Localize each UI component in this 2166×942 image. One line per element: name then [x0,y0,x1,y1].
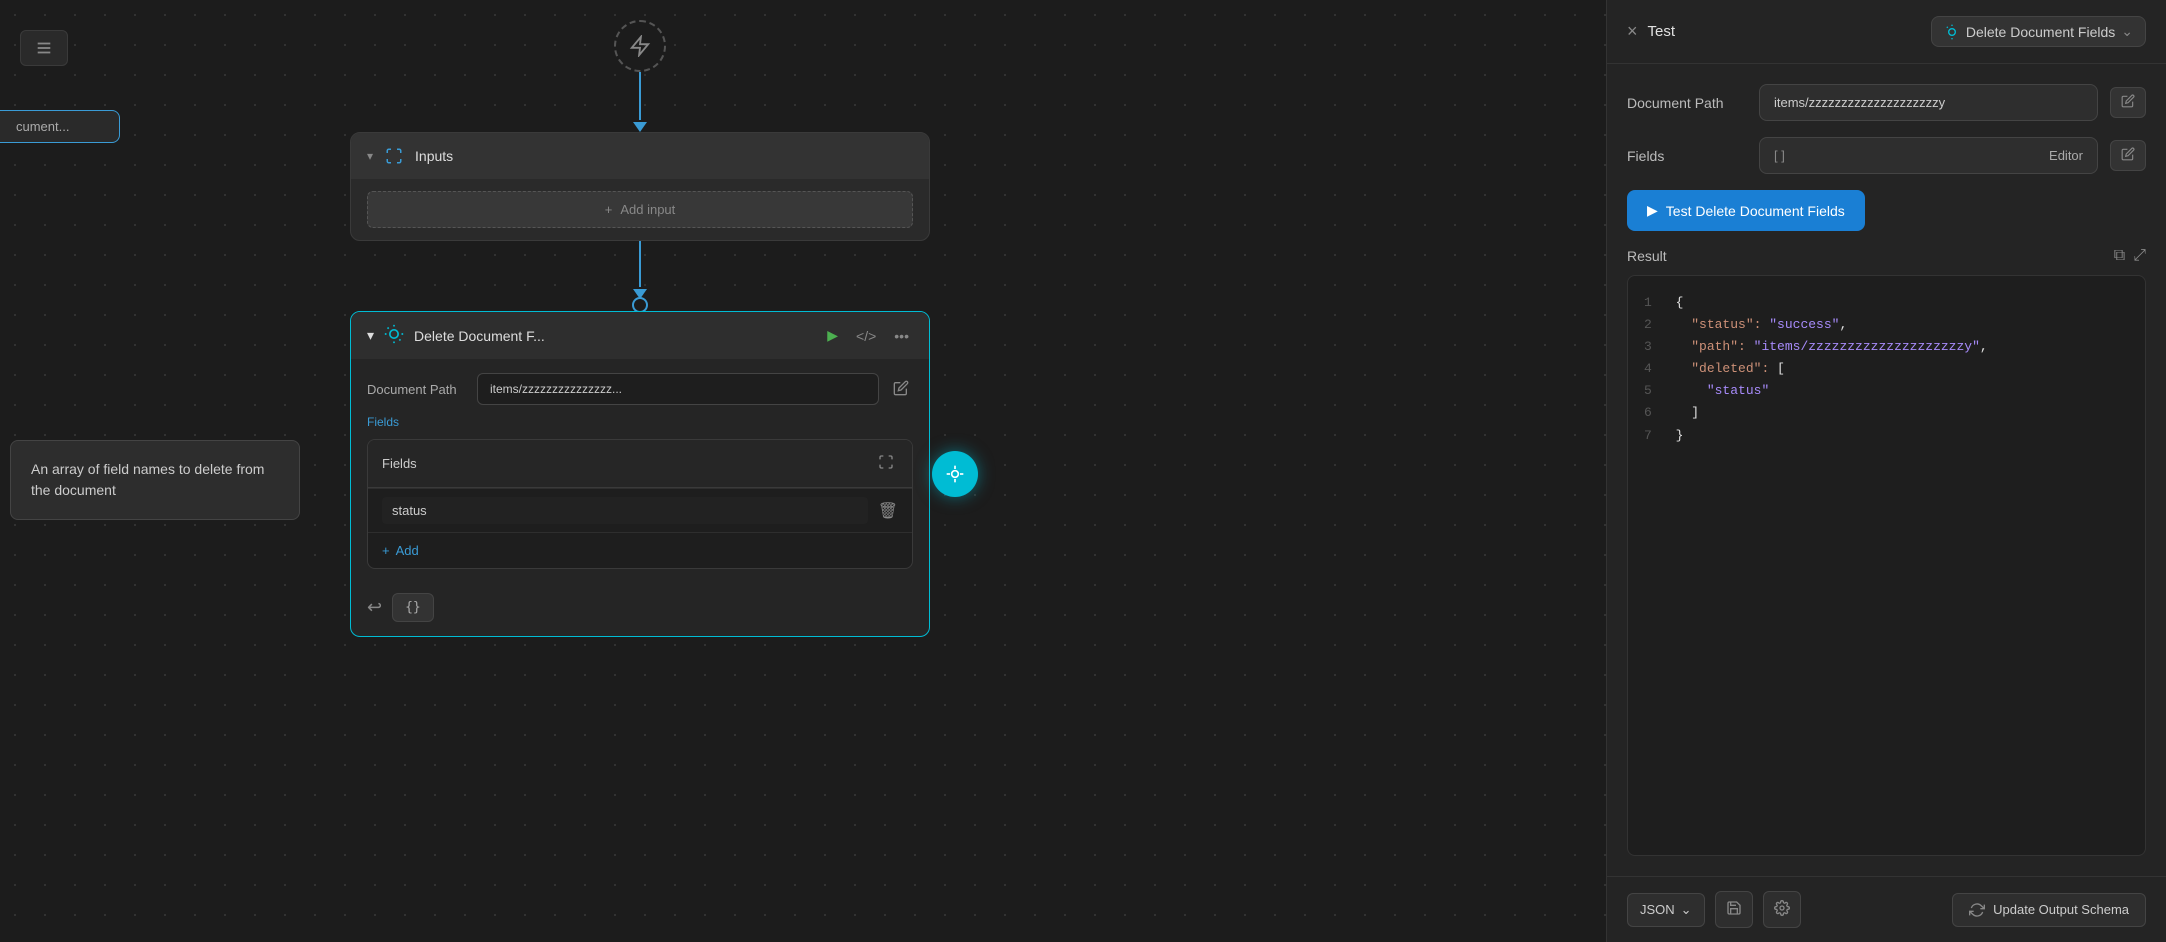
chevron-down-icon: ⌄ [2121,23,2133,40]
inputs-chevron-icon[interactable]: ▾ [367,149,373,163]
panel-footer: JSON ⌄ Update Output Schema [1607,876,2166,942]
delete-document-node: ▾ Delete Document F... [350,311,930,637]
fields-link-row: Fields [367,415,913,429]
node-glow-button[interactable] [932,451,978,497]
expand-result-button[interactable]: ⤢ [2133,247,2146,265]
inputs-node: ▾ Inputs + Add input [350,132,930,241]
trigger-node[interactable] [350,20,930,72]
delete-node-actions: ▶ </> ••• [823,325,913,346]
fields-section: Fields 🗑 + [367,439,913,569]
sidebar-toggle-button[interactable] [20,30,68,66]
trigger-to-inputs-connector [350,72,930,132]
panel-close-button[interactable]: × [1627,21,1638,42]
fields-link[interactable]: Fields [367,415,913,429]
play-button[interactable]: ▶ [823,325,842,346]
play-icon: ▶ [1647,202,1658,219]
plus-icon: + [605,202,613,217]
inputs-node-title: Inputs [415,148,453,164]
more-button[interactable]: ••• [890,326,913,346]
delete-field-button[interactable]: 🗑 [878,501,898,521]
panel-document-path-edit-button[interactable] [2110,87,2146,118]
doc-card-partial[interactable]: cument... [0,110,120,143]
inputs-icon [383,145,405,167]
document-path-label: Document Path [367,382,467,397]
fields-bracket: [ ] [1774,148,1785,163]
panel-fields-edit-button[interactable] [2110,140,2146,171]
copy-result-button[interactable]: ⧉ [2114,247,2125,265]
delete-chevron-icon[interactable]: ▾ [367,327,374,344]
fields-editor-label: Editor [2049,148,2083,163]
node-bottom-row: ↩ {} [351,583,929,636]
inputs-node-header: ▾ Inputs [351,133,929,179]
result-line-7: 7 } [1644,425,2129,447]
delete-fields-icon [1944,24,1960,40]
result-line-5: 5 "status" [1644,380,2129,402]
trigger-circle[interactable] [614,20,666,72]
result-line-3: 3 "path": "items/zzzzzzzzzzzzzzzzzzzzy", [1644,336,2129,358]
delete-node-body: Document Path items/zzzzzzzzzzzzzzz... F… [351,359,929,583]
canvas: cument... An array of field names to del… [0,0,1606,942]
result-header: Result ⧉ ⤢ [1627,247,2146,265]
dropdown-chevron-icon: ⌄ [1681,902,1692,918]
delete-node-wrapper: ▾ Delete Document F... [350,311,930,637]
result-line-4: 4 "deleted": [ [1644,358,2129,380]
refresh-icon [1969,902,1985,918]
panel-body: Document Path Fields [ ] Editor [1607,64,2166,876]
delete-node-header: ▾ Delete Document F... [351,312,929,359]
save-button[interactable] [1715,891,1753,928]
inputs-to-delete-connector [350,241,930,311]
settings-button[interactable] [1763,891,1801,928]
update-schema-button[interactable]: Update Output Schema [1952,893,2146,927]
panel-fields-label: Fields [1627,148,1747,164]
delete-node-icon [384,324,404,347]
panel-document-path-label: Document Path [1627,95,1747,111]
panel-document-path-input[interactable] [1759,84,2098,121]
panel-action-dropdown[interactable]: Delete Document Fields ⌄ [1931,16,2146,47]
panel-header-left: × Test [1627,21,1675,42]
code-button[interactable]: </> [852,326,880,346]
fields-expand-button[interactable] [874,450,898,477]
add-field-button[interactable]: + Add [368,532,912,568]
add-input-button[interactable]: + Add input [367,191,913,228]
result-line-6: 6 ] [1644,402,2129,424]
field-value-input[interactable] [382,497,868,524]
result-actions: ⧉ ⤢ [2114,247,2146,265]
tooltip-box: An array of field names to delete from t… [10,440,300,520]
document-path-row: Document Path items/zzzzzzzzzzzzzzz... [367,373,913,405]
json-format-dropdown[interactable]: JSON ⌄ [1627,893,1705,927]
flow-container: ▾ Inputs + Add input [350,20,930,637]
result-line-2: 2 "status": "success", [1644,314,2129,336]
right-panel: × Test Delete Document Fields ⌄ Document… [1606,0,2166,942]
plus-icon: + [382,543,390,558]
field-item: 🗑 [368,488,912,532]
panel-title: Test [1648,23,1676,40]
result-title: Result [1627,248,1667,264]
result-line-1: 1 { [1644,292,2129,314]
result-section: Result ⧉ ⤢ 1 { 2 "status": "success", 3 [1627,247,2146,856]
code-block-button[interactable]: {} [392,593,434,622]
delete-node-title: Delete Document F... [414,328,545,344]
result-box: 1 { 2 "status": "success", 3 "path": "it… [1627,275,2146,856]
panel-fields-row: Fields [ ] Editor [1627,137,2146,174]
panel-action-title: Delete Document Fields [1966,24,2115,40]
test-button[interactable]: ▶ Test Delete Document Fields [1627,190,1865,231]
document-path-value: items/zzzzzzzzzzzzzzz... [477,373,879,405]
panel-document-path-row: Document Path [1627,84,2146,121]
fields-header: Fields [368,440,912,488]
inputs-node-body: + Add input [351,179,929,240]
document-path-edit-button[interactable] [889,376,913,403]
panel-header: × Test Delete Document Fields ⌄ [1607,0,2166,64]
panel-fields-value: [ ] Editor [1759,137,2098,174]
back-button[interactable]: ↩ [367,597,382,618]
